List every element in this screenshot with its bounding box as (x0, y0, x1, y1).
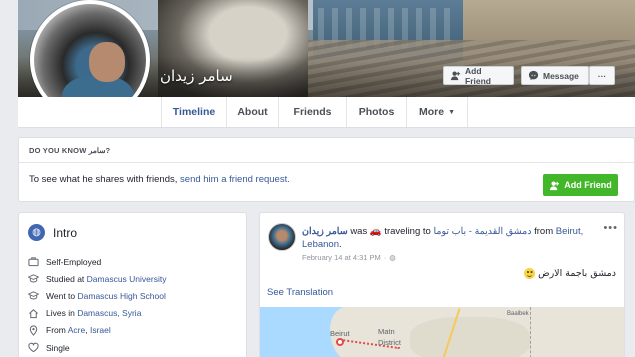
intro-item-from-text: From Acre, Israel (46, 325, 111, 335)
message-button[interactable]: Message (521, 66, 589, 85)
graduation-cap-icon (28, 290, 39, 301)
post-meta-separator: · (383, 253, 387, 262)
post-from: from (534, 226, 554, 237)
intro-item-relationship: Single (28, 339, 166, 356)
post-header: سامر زيدان was 🚗 traveling to دمشق القدي… (302, 225, 602, 251)
intro-item-text: Single (46, 342, 70, 353)
heart-icon (28, 342, 39, 353)
map-border (530, 307, 624, 357)
tab-more-label: More (418, 106, 445, 118)
messenger-icon (528, 70, 539, 81)
divider (19, 162, 634, 163)
do-you-know-card: DO YOU KNOW سامر? To see what he shares … (18, 137, 635, 202)
home-icon (28, 308, 39, 319)
intro-item-prefix: From (46, 325, 68, 336)
public-globe-icon: ◍ (389, 253, 396, 262)
intro-item-from: From Acre, Israel (28, 322, 166, 339)
add-friend-icon (549, 180, 560, 191)
map-pin-icon (336, 338, 344, 346)
location-pin-icon (28, 325, 39, 336)
intro-item-prefix: Studied at (46, 273, 87, 284)
post-options-icon[interactable]: ••• (603, 222, 618, 234)
intro-item-school: Went to Damascus High School (28, 287, 166, 304)
destination-link[interactable]: دمشق القديمة - باب توما (433, 226, 531, 237)
intro-item-prefix: Went to (46, 290, 78, 301)
add-friend-green-label: Add Friend (564, 180, 612, 190)
current-city-link[interactable]: Damascus, Syria (77, 308, 141, 318)
map-label-baalbek: Baalbek (507, 311, 529, 317)
add-friend-button[interactable]: Add Friend (443, 65, 514, 86)
tab-friends[interactable]: Friends (278, 97, 346, 127)
map-label-beirut: Beirut (330, 329, 350, 338)
do-you-know-heading-name: سامر (88, 146, 106, 155)
add-friend-green-button[interactable]: Add Friend (543, 174, 618, 196)
friend-request-prompt-text: To see what he shares with friends, (29, 174, 181, 185)
post-author-avatar[interactable] (268, 223, 296, 251)
more-options-button[interactable]: ··· (589, 66, 615, 85)
intro-header: ◍ Intro (28, 224, 77, 241)
map-label-district: District (378, 338, 401, 347)
send-friend-request-link[interactable]: send him a friend request. (180, 174, 290, 185)
post-origin-end: . (338, 239, 342, 250)
tab-more[interactable]: More ▼ (406, 97, 468, 127)
intro-item-university: Studied at Damascus University (28, 270, 166, 287)
intro-title: Intro (53, 225, 78, 240)
car-icon: 🚗 (369, 226, 382, 237)
do-you-know-heading-suffix: ? (105, 146, 111, 155)
tab-about[interactable]: About (226, 97, 278, 127)
tab-photos[interactable]: Photos (346, 97, 406, 127)
post-body: دمشق باجمة الارض (538, 268, 616, 279)
hometown-link[interactable]: Acre (68, 325, 85, 335)
school-link[interactable]: Damascus High School (78, 291, 166, 301)
university-link[interactable]: Damascus University (87, 274, 167, 284)
message-label: Message (543, 70, 579, 81)
intro-item-lives-text: Lives in Damascus, Syria (46, 308, 141, 318)
graduation-cap-icon (28, 273, 39, 284)
intro-item-work: Self-Employed (28, 253, 166, 270)
do-you-know-heading: DO YOU KNOW سامر? (29, 146, 110, 155)
profile-name[interactable]: سامر زيدان (160, 67, 233, 85)
globe-icon: ◍ (28, 224, 45, 241)
post-author-link[interactable]: سامر زيدان (302, 226, 348, 237)
do-you-know-heading-prefix: DO YOU KNOW (29, 146, 87, 155)
timeline-post: سامر زيدان was 🚗 traveling to دمشق القدي… (259, 212, 625, 357)
intro-item-school-text: Went to Damascus High School (46, 291, 166, 301)
post-was: was (350, 226, 368, 237)
post-timestamp[interactable]: February 14 at 4:31 PM (302, 253, 381, 262)
caret-down-icon: ▼ (448, 108, 456, 116)
intro-item-university-text: Studied at Damascus University (46, 274, 166, 284)
add-friend-icon (450, 70, 461, 81)
intro-card: ◍ Intro Self-Employed Studied at Damascu… (18, 212, 247, 357)
location-map[interactable]: Beirut Matn District Baalbek (260, 307, 624, 357)
hometown-country-link[interactable]: Israel (90, 325, 111, 335)
intro-item-text: Self-Employed (46, 256, 102, 267)
see-translation-link[interactable]: See Translation (267, 287, 333, 298)
avatar-face (89, 42, 125, 82)
friend-request-prompt: To see what he shares with friends, send… (29, 174, 290, 185)
intro-item-lives: Lives in Damascus, Syria (28, 305, 166, 322)
intro-list: Self-Employed Studied at Damascus Univer… (28, 253, 166, 356)
intro-item-prefix: Lives in (46, 308, 78, 319)
smiley-icon (524, 268, 536, 279)
tab-timeline[interactable]: Timeline (161, 97, 226, 127)
post-meta: February 14 at 4:31 PM · ◍ (302, 253, 396, 262)
profile-nav: Timeline About Friends Photos More ▼ (18, 97, 635, 128)
post-traveling: traveling to (384, 226, 431, 237)
more-options-label: ··· (597, 70, 607, 81)
add-friend-label: Add Friend (465, 65, 491, 86)
post-text: دمشق باجمة الارض (521, 268, 616, 279)
briefcase-icon (28, 256, 39, 267)
map-mountains (410, 317, 530, 357)
map-label-matn: Matn (378, 327, 395, 336)
